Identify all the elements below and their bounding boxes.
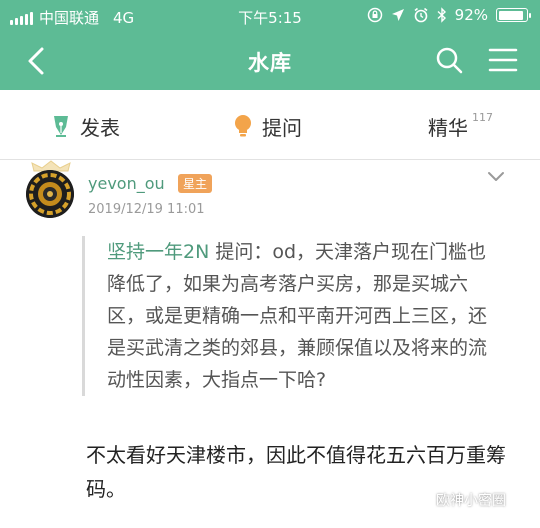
asker-name[interactable]: 坚持一年2N <box>107 241 209 263</box>
tab-best[interactable]: 精华 117 <box>428 110 493 140</box>
tab-best-count: 117 <box>472 110 493 124</box>
tab-bar: 发表 提问 精华 117 <box>0 90 540 160</box>
post-card: yevon_ou 星主 2019/12/19 11:01 坚持一年2N 提问：o… <box>0 160 540 528</box>
avatar[interactable] <box>26 170 74 218</box>
battery-percent: 92% <box>454 6 488 24</box>
username[interactable]: yevon_ou <box>88 174 165 193</box>
question-prefix: 提问： <box>215 241 273 263</box>
question-quote: 坚持一年2N 提问：od，天津落户现在门槛也降低了，如果为高考落户买房，那是买城… <box>82 236 502 396</box>
watermark-text: 欧神小密圈 <box>436 493 506 509</box>
avatar-image <box>26 170 74 218</box>
question-text: od，天津落户现在门槛也降低了，如果为高考落户买房，那是买城六区，或是更精确一点… <box>107 241 488 391</box>
post-date: 2019/12/19 11:01 <box>88 202 205 217</box>
tab-post[interactable]: 发表 <box>50 112 120 140</box>
tab-best-label: 精华 <box>428 115 468 140</box>
menu-icon[interactable] <box>488 46 518 74</box>
pen-nib-icon <box>54 116 68 137</box>
battery-icon <box>496 8 531 22</box>
bluetooth-icon <box>437 7 446 23</box>
nav-bar: 水库 <box>0 32 540 90</box>
location-icon <box>391 9 404 21</box>
search-icon[interactable] <box>434 45 464 75</box>
watermark: 欧神小密圈 <box>408 490 506 510</box>
status-right: 92% <box>367 6 531 24</box>
tab-post-label: 发表 <box>80 115 120 140</box>
tab-ask[interactable]: 提问 <box>232 112 302 140</box>
battery-fill <box>498 10 524 20</box>
lock-rotation-icon <box>367 7 382 23</box>
wechat-icon <box>408 491 430 508</box>
chevron-down-icon[interactable] <box>486 170 506 184</box>
tab-ask-label: 提问 <box>262 115 302 140</box>
status-bar: 中国联通 4G 下午5:15 92% <box>0 0 540 32</box>
lightbulb-icon <box>235 115 251 137</box>
alarm-icon <box>414 7 428 23</box>
owner-badge: 星主 <box>178 174 213 193</box>
